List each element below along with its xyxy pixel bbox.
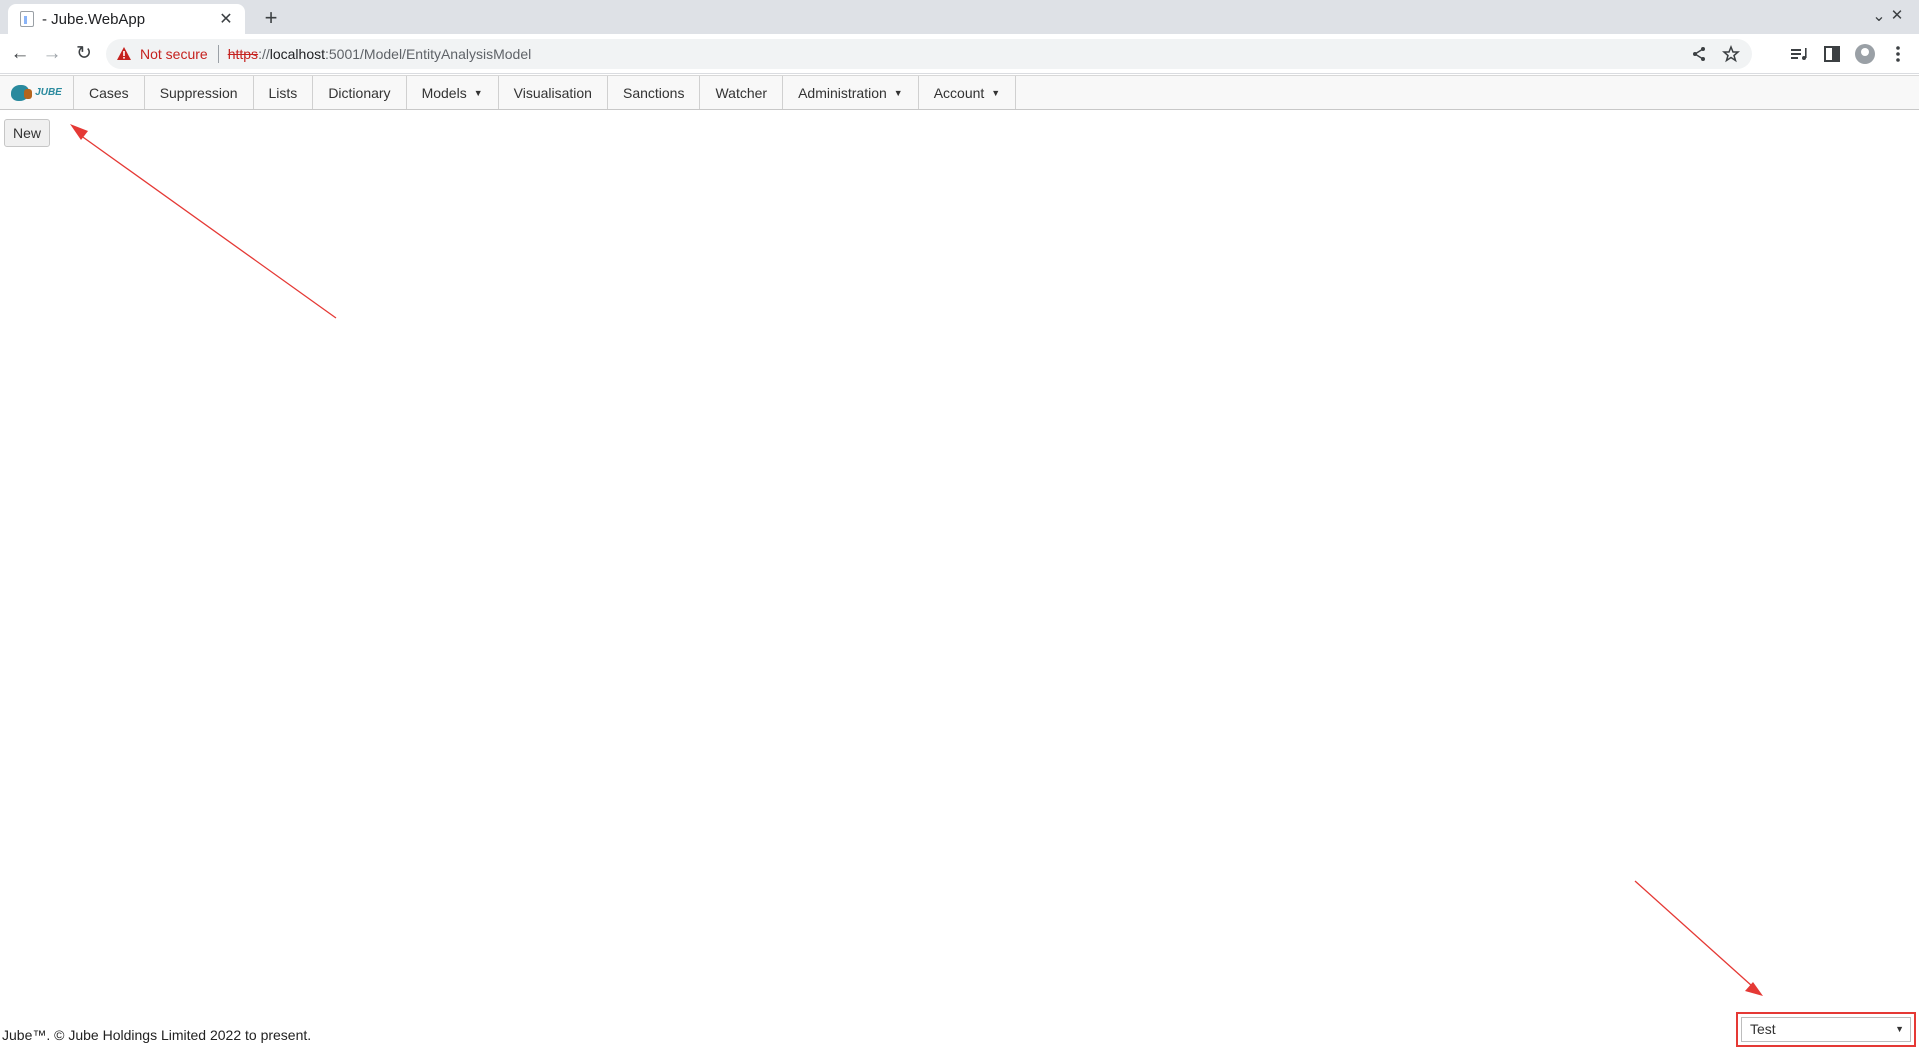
bookmark-star-icon[interactable]	[1722, 45, 1740, 63]
url-path: :5001/Model/EntityAnalysisModel	[325, 46, 532, 62]
menu-label: Visualisation	[513, 84, 592, 101]
logo-text: JUBE	[35, 87, 62, 98]
new-button[interactable]: New	[4, 119, 50, 147]
menu-sanctions[interactable]: Sanctions	[608, 76, 701, 109]
share-icon[interactable]	[1690, 45, 1708, 63]
page-favicon-icon	[20, 11, 34, 27]
browser-tab[interactable]: - Jube.WebApp ✕	[8, 4, 245, 34]
avatar	[1855, 44, 1875, 64]
tab-title: - Jube.WebApp	[42, 10, 146, 28]
kebab-menu-icon[interactable]	[1886, 42, 1910, 66]
menu-administration[interactable]: Administration ▼	[783, 76, 919, 109]
media-icon[interactable]	[1787, 42, 1811, 66]
url-scheme: https	[227, 46, 259, 62]
omnibox-actions	[1690, 45, 1740, 63]
jube-logo[interactable]: JUBE	[0, 76, 74, 109]
chevron-down-icon: ▼	[1895, 1024, 1904, 1034]
menu-label: Sanctions	[622, 84, 685, 101]
reload-icon[interactable]: ↻	[72, 42, 96, 66]
annotation-arrow-new	[79, 134, 337, 319]
annotation-overlay	[70, 124, 1763, 996]
window-close-icon[interactable]: ✕	[1885, 6, 1909, 28]
address-bar[interactable]: Not secure https :// localhost :5001/Mod…	[106, 39, 1752, 69]
menu-watcher[interactable]: Watcher	[700, 76, 784, 109]
menu-label: Watcher	[715, 84, 768, 101]
menu-label: Administration	[798, 84, 887, 101]
logo-icon	[11, 84, 33, 101]
tab-close-icon[interactable]: ✕	[217, 9, 235, 29]
model-select-value: Test	[1750, 1021, 1776, 1037]
menu-dictionary[interactable]: Dictionary	[313, 76, 407, 109]
menu-label: Models	[421, 84, 467, 101]
menu-label: Suppression	[159, 84, 238, 101]
menu-label: Cases	[89, 84, 129, 101]
menu-models[interactable]: Models ▼	[407, 76, 499, 109]
menu-suppression[interactable]: Suppression	[145, 76, 254, 109]
app-menu-bar: JUBE Cases Suppression Lists Dictionary …	[0, 75, 1919, 110]
menu-label: Dictionary	[328, 84, 391, 101]
annotation-arrowhead-new	[70, 124, 88, 140]
menu-visualisation[interactable]: Visualisation	[499, 76, 608, 109]
menu-lists[interactable]: Lists	[254, 76, 314, 109]
menu-cases[interactable]: Cases	[74, 76, 145, 109]
browser-window: - Jube.WebApp ✕ + ⌄ ✕ ← → ↻ Not secure h…	[0, 0, 1919, 1049]
model-select[interactable]: Test ▼	[1741, 1017, 1911, 1042]
menu-label: Account	[933, 84, 985, 101]
profile-icon[interactable]	[1853, 42, 1877, 66]
warning-icon[interactable]	[116, 46, 132, 62]
annotation-arrow-model	[1634, 880, 1753, 987]
annotation-arrowhead-model	[1745, 982, 1763, 996]
caret-down-icon: ▼	[991, 87, 1001, 98]
tab-strip: - Jube.WebApp ✕ + ⌄ ✕	[0, 0, 1919, 34]
browser-toolbar: ← → ↻ Not secure https :// localhost :50…	[0, 34, 1919, 74]
menu-account[interactable]: Account ▼	[919, 76, 1017, 109]
menu-label: Lists	[268, 84, 298, 101]
not-secure-label: Not secure	[140, 46, 208, 62]
side-panel-icon[interactable]	[1820, 42, 1844, 66]
url-host: localhost	[269, 46, 325, 62]
model-select-highlight: Test ▼	[1736, 1012, 1916, 1047]
back-icon[interactable]: ←	[8, 42, 32, 66]
forward-icon[interactable]: →	[40, 42, 64, 66]
caret-down-icon: ▼	[893, 87, 903, 98]
caret-down-icon: ▼	[473, 87, 483, 98]
url-scheme-separator: ://	[258, 46, 270, 62]
address-separator	[217, 45, 219, 63]
footer-copyright: Jube™. © Jube Holdings Limited 2022 to p…	[2, 1027, 312, 1043]
new-tab-button[interactable]: +	[258, 5, 284, 31]
